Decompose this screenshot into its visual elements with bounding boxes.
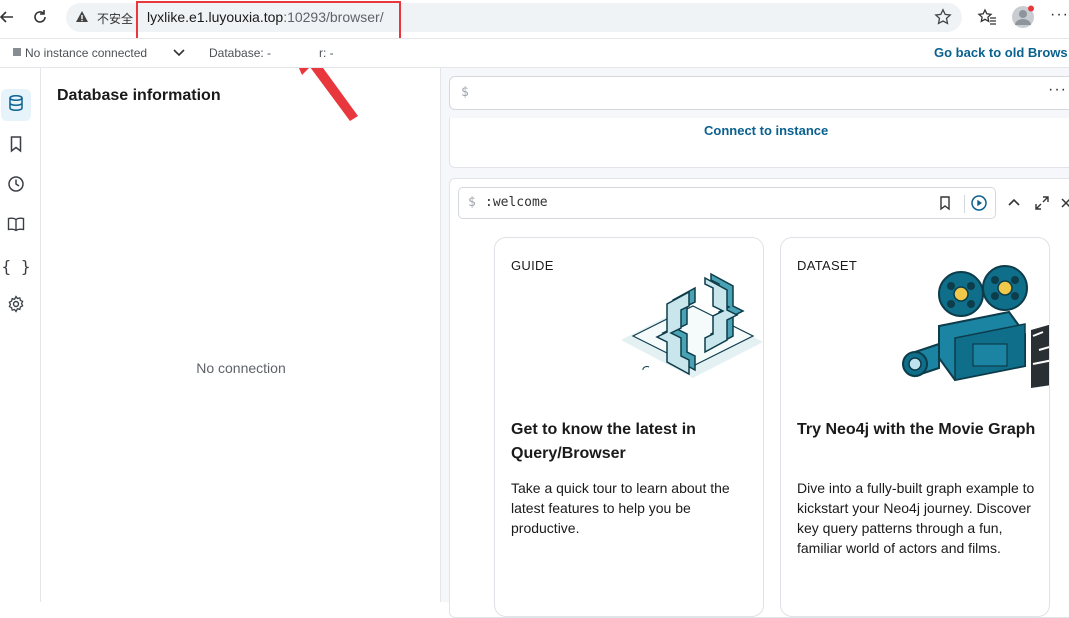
database-selector[interactable]: Database: -	[209, 46, 271, 60]
card-body: Dive into a fully-built graph example to…	[797, 480, 1035, 556]
insecure-label[interactable]: 不安全	[97, 10, 133, 27]
sidebar-item-cypher[interactable]: { }	[1, 250, 31, 282]
card-title: Try Neo4j with the Movie Graph	[797, 421, 1036, 438]
empty-state-text: No connection	[196, 360, 286, 376]
url-host: lyxlike.e1.luyouxia.top	[147, 9, 284, 25]
avatar[interactable]	[1011, 5, 1035, 34]
card-body: Take a quick tour to learn about the lat…	[511, 480, 730, 536]
bookmark-icon[interactable]	[937, 195, 953, 216]
database-info-panel: Database information No connection	[41, 68, 441, 602]
connect-frame: Connect to instance	[449, 118, 1069, 168]
editor-prompt: $	[461, 85, 469, 100]
user-label: r: -	[319, 46, 334, 60]
more-options-icon[interactable]: ···	[1048, 81, 1067, 99]
browser-menu-icon[interactable]: ···	[1050, 6, 1069, 24]
braces-icon: { }	[1, 256, 31, 276]
sidebar-item-saved[interactable]	[1, 130, 31, 162]
history-icon	[7, 175, 25, 198]
divider	[964, 195, 965, 213]
book-icon	[7, 215, 25, 238]
dataset-card[interactable]: DATASET Try Neo4j with the Movie Graph D…	[780, 237, 1050, 617]
chevron-down-icon[interactable]	[172, 45, 186, 64]
close-icon[interactable]	[1060, 195, 1069, 216]
url-path: :10293/browser/	[283, 9, 384, 25]
sidebar-item-history[interactable]	[1, 170, 31, 202]
guide-card[interactable]: GUIDE Get to know the latest in Query/Br…	[494, 237, 764, 617]
star-icon[interactable]	[934, 8, 952, 31]
welcome-frame: $ :welcome GUIDE Get to know the latest …	[449, 178, 1069, 618]
expand-icon[interactable]	[1034, 195, 1050, 216]
connect-to-instance-link[interactable]: Connect to instance	[450, 123, 1069, 138]
gear-icon	[7, 294, 25, 318]
frame-command-input[interactable]: $ :welcome	[458, 187, 996, 219]
database-icon	[7, 94, 25, 117]
card-kicker: GUIDE	[511, 258, 554, 273]
favorites-icon[interactable]	[977, 7, 997, 32]
connection-bar: No instance connected Database: - r: - G…	[0, 38, 1069, 68]
card-title: Get to know the latest in Query/Browser	[511, 421, 696, 462]
reload-icon[interactable]	[27, 4, 53, 30]
status-indicator	[13, 48, 21, 56]
frame-prompt: $	[468, 195, 476, 210]
braces-illustration-icon	[621, 272, 763, 378]
sidebar-rail: { }	[0, 68, 41, 602]
frame-command: :welcome	[485, 195, 548, 210]
run-icon[interactable]	[970, 194, 988, 217]
sidebar-item-settings[interactable]	[1, 290, 31, 322]
sidebar-item-guides[interactable]	[1, 210, 31, 242]
browser-toolbar: 不安全 lyxlike.e1.luyouxia.top:10293/browse…	[0, 0, 1069, 40]
back-icon[interactable]	[0, 4, 20, 30]
collapse-icon[interactable]	[1006, 195, 1022, 216]
url-text[interactable]: lyxlike.e1.luyouxia.top:10293/browser/	[147, 9, 384, 25]
main-stream: $ ··· Connect to instance $ :welcome GUI…	[441, 68, 1069, 618]
old-browser-link[interactable]: Go back to old Brows	[934, 45, 1068, 60]
instance-selector[interactable]: No instance connected	[25, 46, 147, 60]
card-kicker: DATASET	[797, 258, 858, 273]
query-editor[interactable]: $ ···	[449, 76, 1069, 110]
page-title: Database information	[57, 87, 221, 104]
sidebar-item-database[interactable]	[1, 89, 31, 121]
movie-camera-illustration-icon	[902, 265, 1049, 388]
warning-icon	[75, 10, 89, 29]
bookmark-icon	[7, 135, 25, 158]
